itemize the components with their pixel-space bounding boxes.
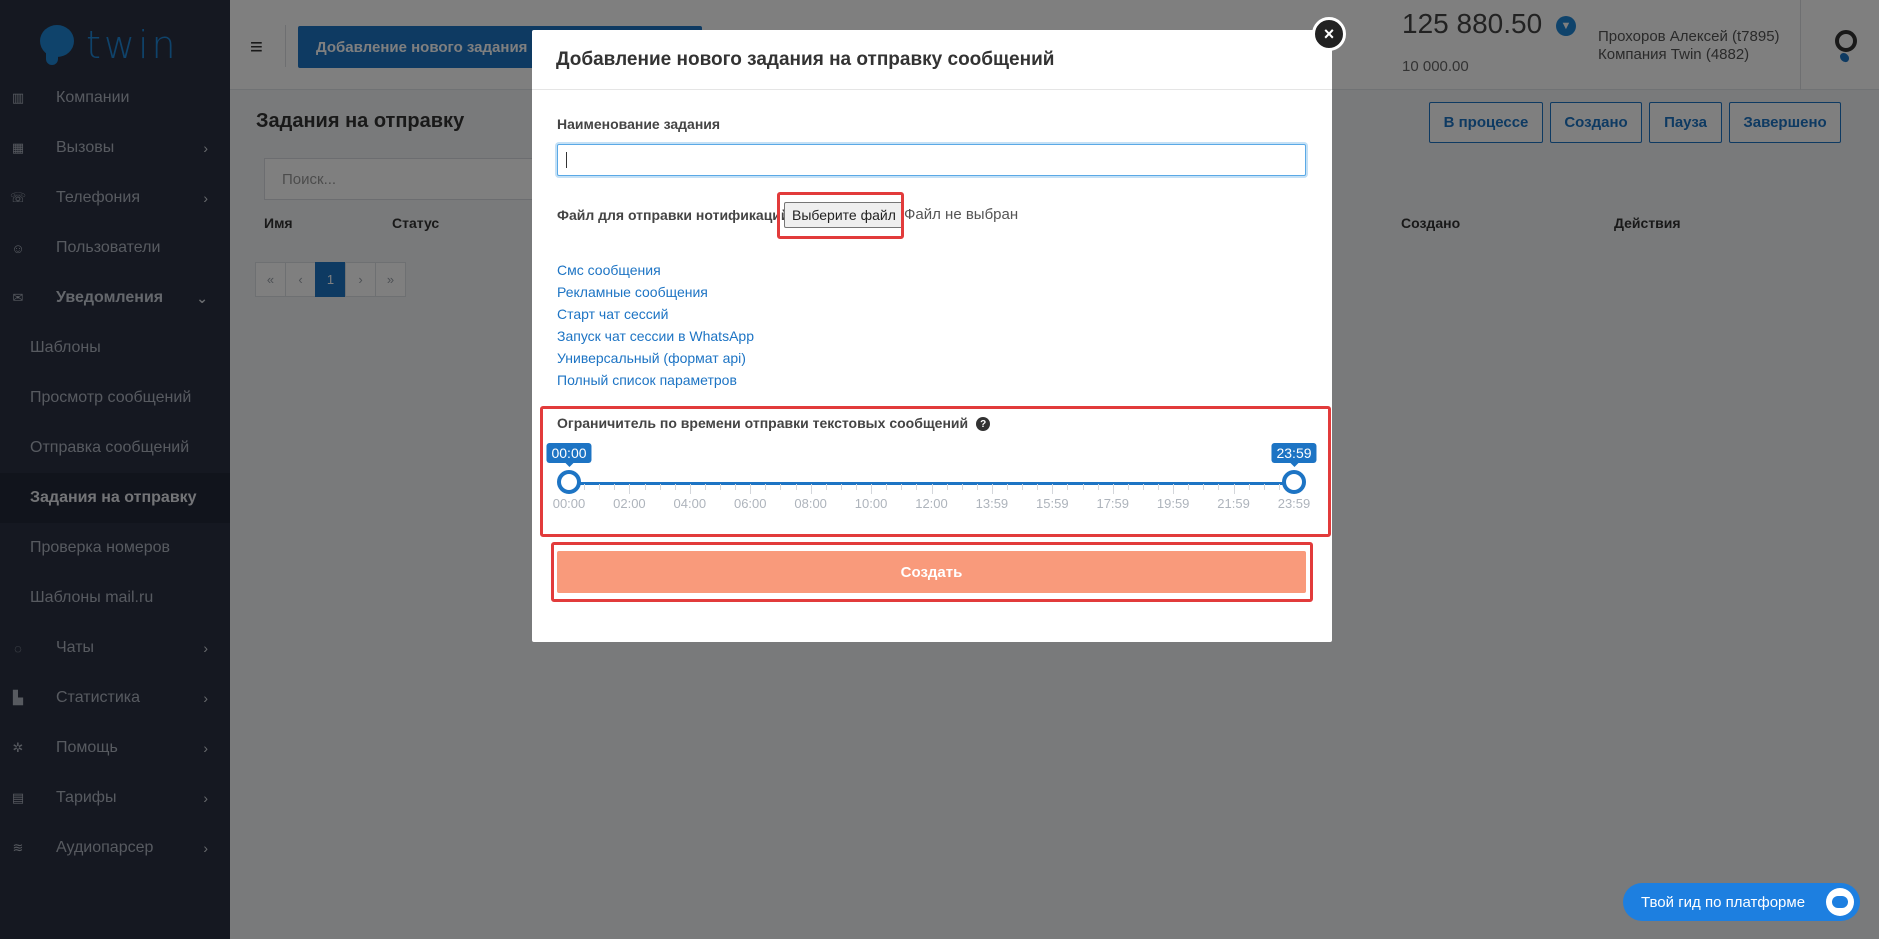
file-status: Файл не выбран [904,206,1019,223]
highlight-frame-limiter [540,406,1331,537]
highlight-frame-file [777,192,904,239]
link-chat-start[interactable]: Старт чат сессий [557,303,754,325]
highlight-frame-create [551,542,1313,602]
close-icon[interactable]: × [1312,17,1346,51]
link-universal[interactable]: Универсальный (формат api) [557,347,754,369]
guide-label: Твой гид по платформе [1641,893,1806,911]
link-sms[interactable]: Смс сообщения [557,259,754,281]
platform-guide-button[interactable]: Твой гид по платформе [1623,883,1860,921]
task-name-input[interactable] [557,144,1306,176]
text-caret [566,152,567,168]
link-whatsapp[interactable]: Запуск чат сессии в WhatsApp [557,325,754,347]
link-ads[interactable]: Рекламные сообщения [557,281,754,303]
chat-bubble-icon [1826,888,1854,916]
file-label: Файл для отправки нотификаций [557,207,790,223]
add-task-modal: Добавление нового задания на отправку со… [532,30,1332,642]
modal-title: Добавление нового задания на отправку со… [532,30,1332,90]
task-name-label: Наименование задания [557,116,721,132]
template-links: Смс сообщения Рекламные сообщения Старт … [557,259,754,391]
link-params[interactable]: Полный список параметров [557,369,754,391]
